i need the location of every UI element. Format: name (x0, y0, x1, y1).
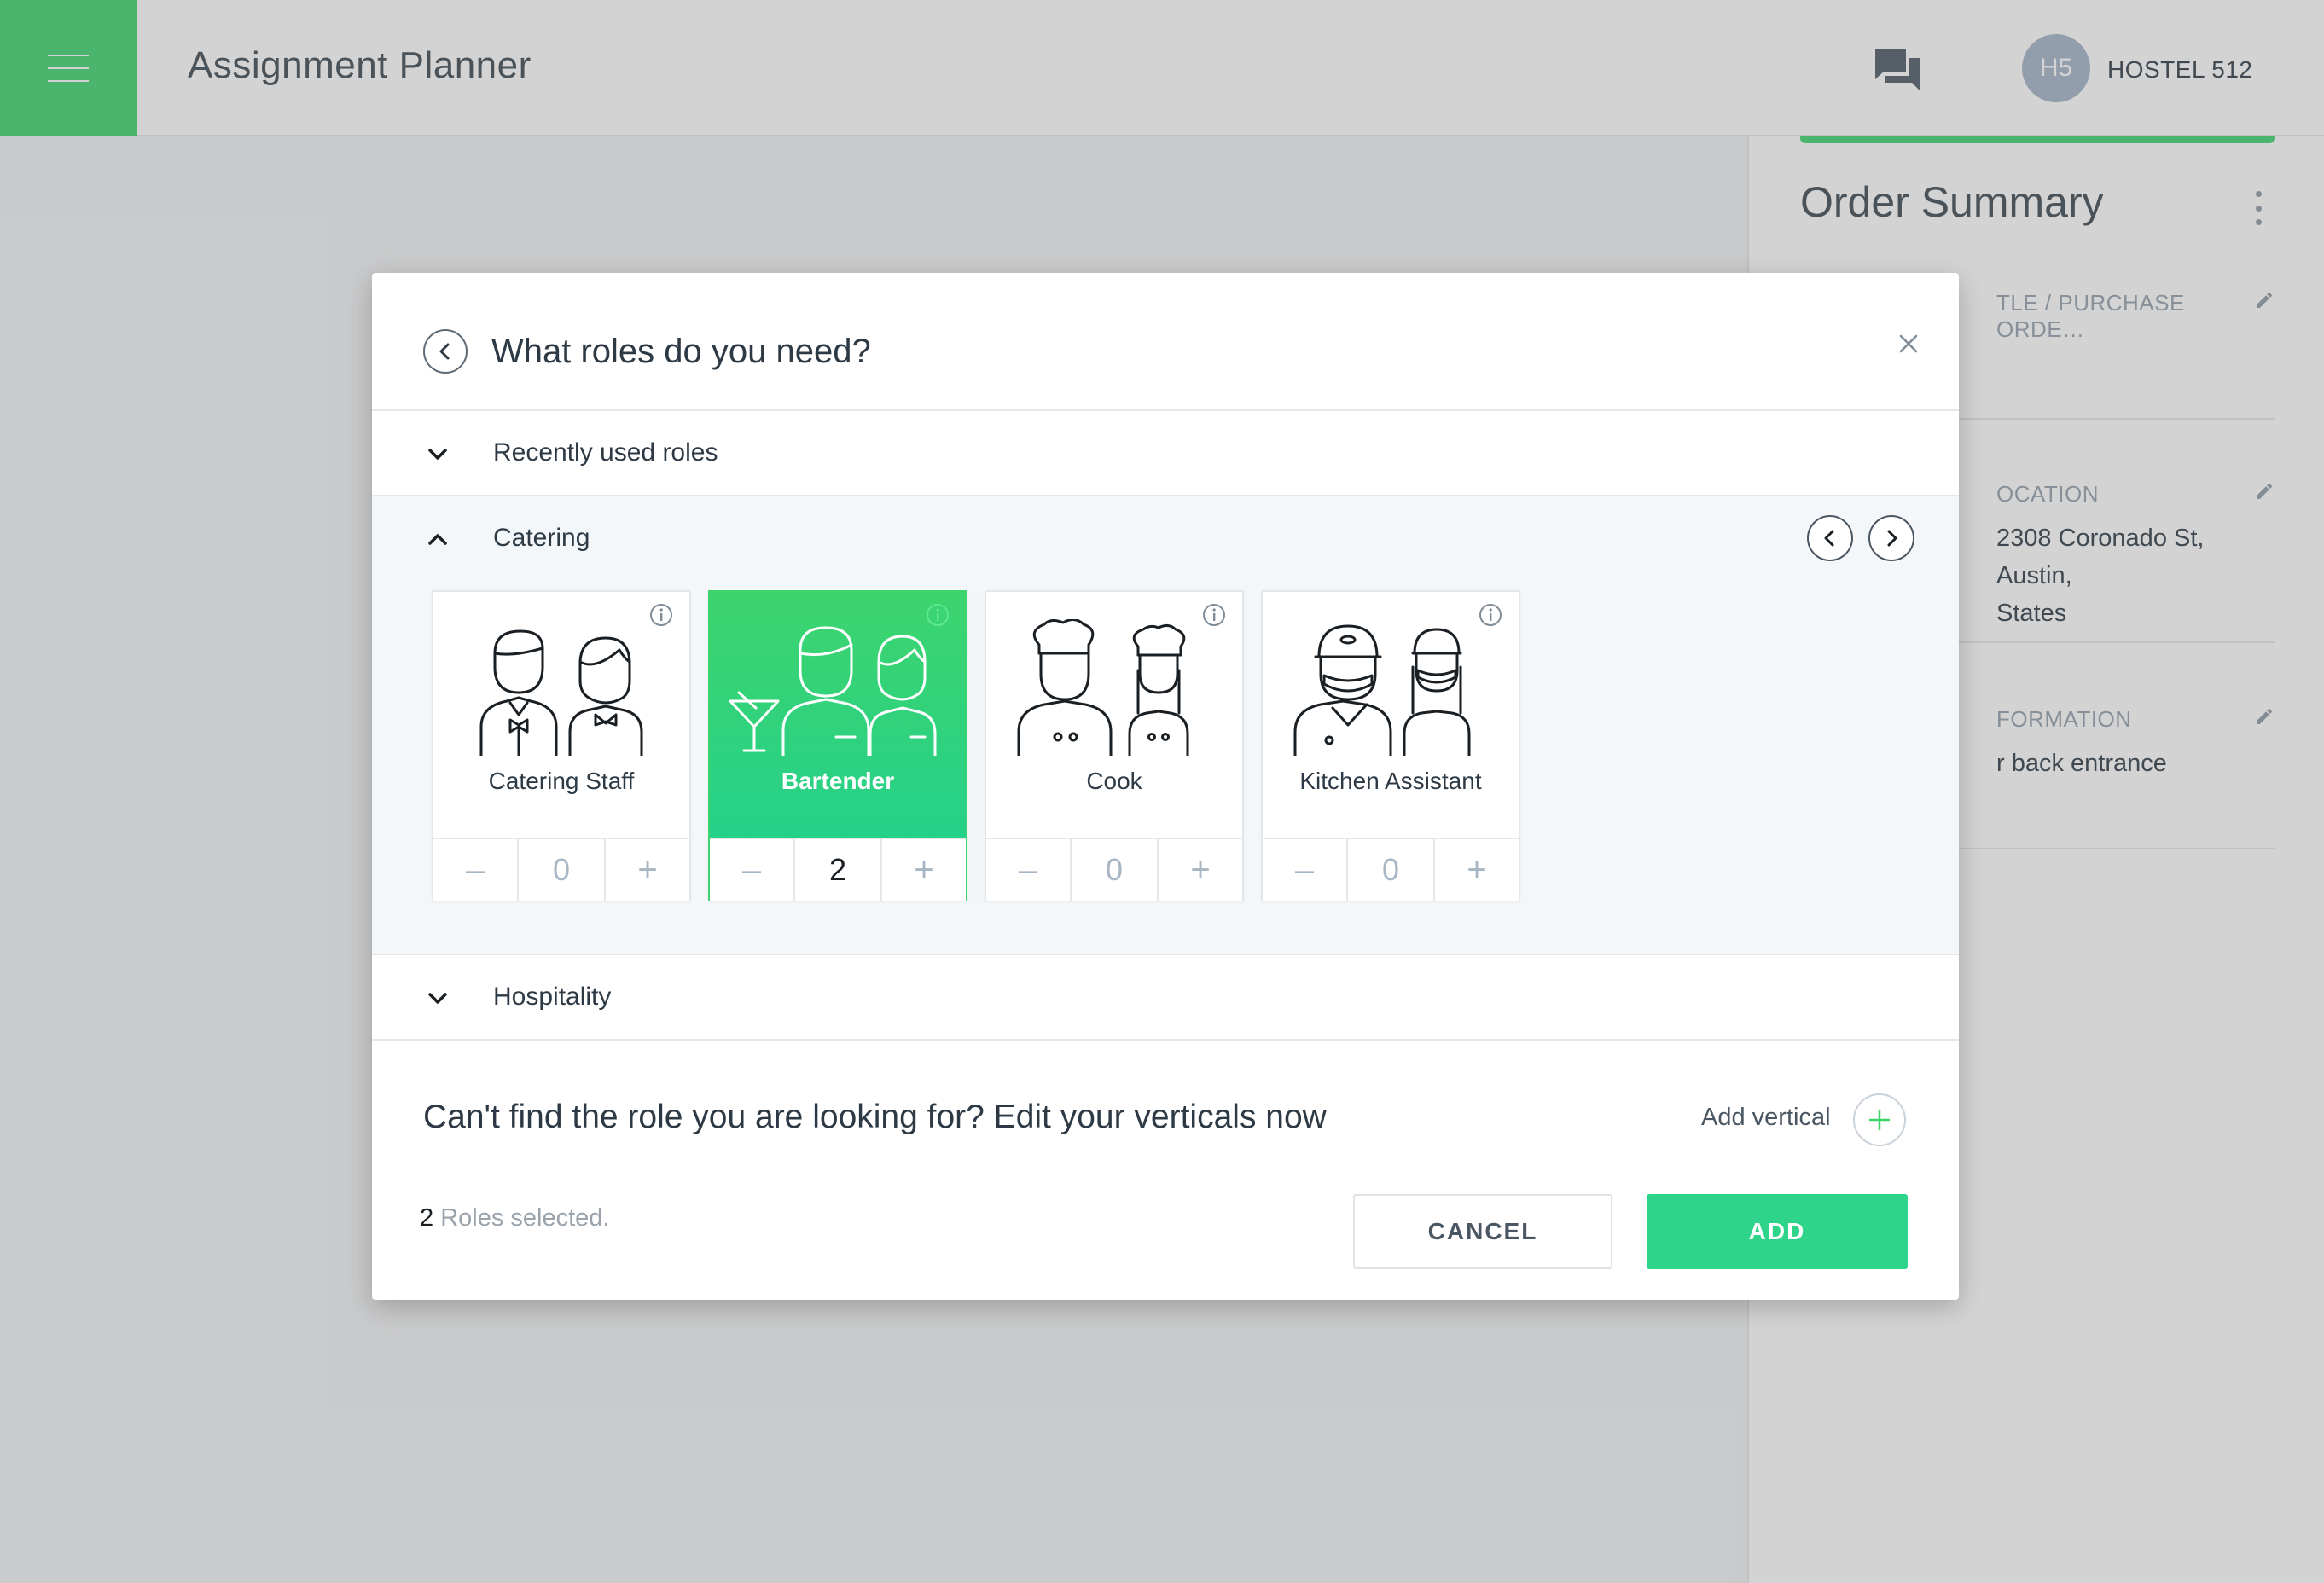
accordion-label: Recently used roles (493, 438, 718, 467)
accordion-catering: Catering Catering Staff – 0 + Bartender … (372, 496, 1959, 955)
dialog-header: What roles do you need? (372, 273, 1959, 411)
role-card-body[interactable]: Kitchen Assistant (1263, 592, 1519, 838)
chevron-left-icon (1824, 530, 1834, 547)
chevron-right-icon (1887, 530, 1897, 547)
quantity-stepper: – 2 + (710, 838, 966, 901)
decrement-button[interactable]: – (986, 839, 1070, 901)
role-card-body[interactable]: Catering Staff (433, 592, 689, 838)
role-card-body[interactable]: Cook (986, 592, 1242, 838)
role-name: Bartender (781, 768, 895, 794)
cook-illustration-icon (1017, 619, 1189, 756)
chevron-left-icon (439, 343, 450, 360)
quantity-stepper: – 0 + (433, 838, 689, 901)
role-name: Cook (1086, 768, 1142, 794)
back-button[interactable] (423, 329, 468, 374)
carousel-next-button[interactable] (1868, 515, 1914, 561)
accordion-label: Hospitality (493, 983, 612, 1011)
kitchen-assistant-illustration-icon (1293, 624, 1471, 756)
edit-verticals-hint: Can't find the role you are looking for?… (423, 1099, 1327, 1135)
role-card-bartender[interactable]: Bartender – 2 + (708, 590, 967, 901)
increment-button[interactable]: + (1435, 839, 1519, 901)
quantity-value[interactable]: 2 (793, 839, 882, 901)
accordion-label: Catering (493, 524, 590, 552)
roles-selected-summary: 2 Roles selected. (420, 1204, 609, 1232)
quantity-value[interactable]: 0 (1070, 839, 1159, 901)
accordion-recent-roles[interactable]: Recently used roles (372, 411, 1959, 496)
increment-button[interactable]: + (1159, 839, 1242, 901)
chevron-up-icon (428, 534, 447, 545)
add-vertical-link[interactable]: Add vertical (1701, 1104, 1831, 1132)
decrement-button[interactable]: – (1263, 839, 1346, 901)
cancel-button[interactable]: CANCEL (1353, 1194, 1612, 1269)
quantity-value[interactable]: 0 (1346, 839, 1435, 901)
quantity-stepper: – 0 + (1263, 838, 1519, 901)
roles-selected-count: 2 (420, 1204, 434, 1232)
dialog-title: What roles do you need? (491, 333, 871, 370)
roles-selected-text: Roles selected. (433, 1204, 610, 1232)
role-card-body[interactable]: Bartender (710, 592, 966, 838)
decrement-button[interactable]: – (433, 839, 517, 901)
increment-button[interactable]: + (882, 839, 966, 901)
decrement-button[interactable]: – (710, 839, 793, 901)
chevron-down-icon (428, 449, 447, 460)
increment-button[interactable]: + (606, 839, 689, 901)
role-name: Catering Staff (488, 768, 635, 794)
add-vertical-button[interactable] (1853, 1093, 1906, 1146)
chevron-down-icon (428, 993, 447, 1004)
add-button[interactable]: ADD (1647, 1194, 1908, 1269)
role-name: Kitchen Assistant (1299, 768, 1482, 794)
accordion-catering-header[interactable]: Catering (372, 496, 1822, 582)
quantity-value[interactable]: 0 (517, 839, 606, 901)
carousel-prev-button[interactable] (1807, 515, 1853, 561)
catering-staff-illustration-icon (479, 629, 643, 756)
role-card-kitchen-assistant[interactable]: Kitchen Assistant – 0 + (1261, 590, 1520, 901)
role-card-catering-staff[interactable]: Catering Staff – 0 + (432, 590, 691, 901)
accordion-hospitality[interactable]: Hospitality (372, 955, 1959, 1041)
roles-dialog: What roles do you need? Recently used ro… (372, 273, 1959, 1300)
quantity-stepper: – 0 + (986, 838, 1242, 901)
close-icon[interactable] (1896, 331, 1921, 357)
role-card-cook[interactable]: Cook – 0 + (985, 590, 1244, 901)
plus-icon (1868, 1109, 1891, 1131)
bartender-illustration-icon (729, 626, 937, 756)
